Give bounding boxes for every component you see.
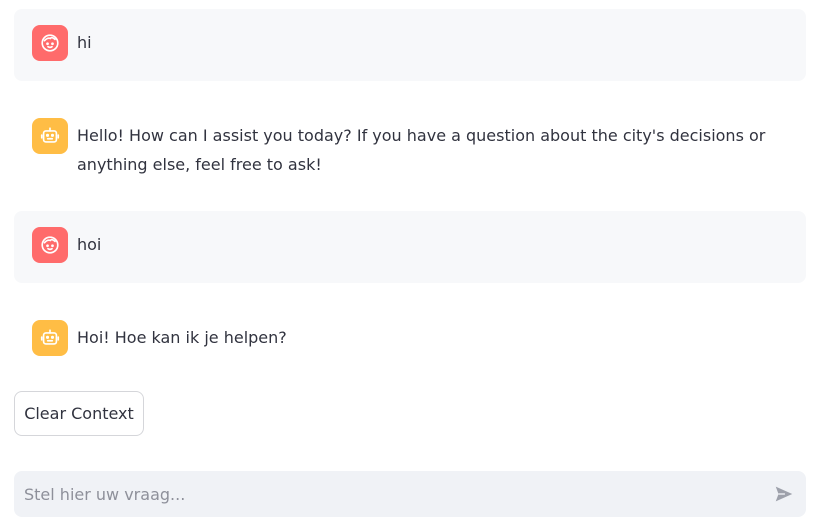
message-text: Hello! How can I assist you today? If yo… [77,126,766,174]
chat-input[interactable] [14,471,762,517]
robot-icon [40,329,60,345]
assistant-avatar [32,118,68,154]
assistant-avatar [32,320,68,356]
clear-context-button[interactable]: Clear Context [14,391,144,436]
message-text: hi [77,33,92,52]
chat-input-container [14,471,806,517]
send-button[interactable] [762,471,806,517]
face-icon [41,236,59,254]
message-text: hoi [77,235,102,254]
user-avatar [32,25,68,61]
user-avatar [32,227,68,263]
robot-icon [40,127,60,143]
chat-message-assistant: Hoi! Hoe kan ik je helpen? [14,304,806,366]
send-icon [775,486,793,502]
chat-message-assistant: Hello! How can I assist you today? If yo… [14,102,806,192]
face-icon [41,34,59,52]
chat-message-user: hi [14,9,806,81]
message-text: Hoi! Hoe kan ik je helpen? [77,328,287,347]
chat-container: hi Hello! How can I assist you today? If… [0,0,818,528]
chat-message-user: hoi [14,211,806,283]
